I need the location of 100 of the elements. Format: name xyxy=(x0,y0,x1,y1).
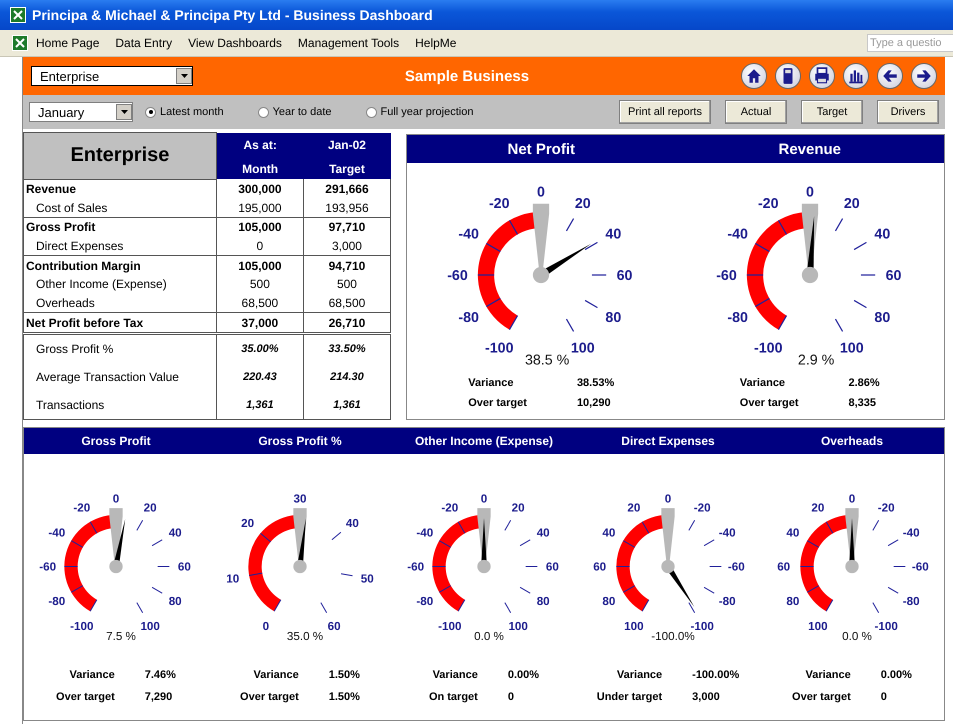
forward-button[interactable] xyxy=(911,63,937,89)
gauge-title: Gross Profit xyxy=(80,434,152,448)
excel-icon xyxy=(10,7,26,23)
question-field[interactable]: Type a questio xyxy=(867,34,953,52)
table-cell: 1,361 xyxy=(216,390,304,420)
caret-icon xyxy=(180,74,188,78)
scale-label: 20 xyxy=(575,196,591,212)
scale-label: -80 xyxy=(718,594,736,608)
tick-mark xyxy=(616,566,630,567)
window-title: Principa & Michael & Principa Pty Ltd - Business Dashboard xyxy=(32,7,433,23)
scale-label: -40 xyxy=(48,526,66,540)
scale-label: 60 xyxy=(178,560,191,574)
scale-label: 100 xyxy=(508,620,528,633)
stat-value: 0 xyxy=(508,691,515,703)
scale-label: 20 xyxy=(144,502,157,514)
tick-mark xyxy=(585,242,598,250)
tick-mark xyxy=(331,532,342,540)
menu-item[interactable]: Data Entry xyxy=(107,36,180,50)
tick-mark xyxy=(260,532,272,542)
scale-label: 0 xyxy=(112,492,120,506)
stat-label: Variance xyxy=(804,669,851,681)
tick-mark xyxy=(520,586,531,594)
stat-value: 0.00% xyxy=(508,669,540,681)
stat-label: Variance xyxy=(252,669,299,681)
tick-mark xyxy=(157,566,170,567)
chart-button[interactable] xyxy=(843,63,869,89)
menu-item[interactable]: Home Page xyxy=(28,36,108,50)
stat-label: Variance xyxy=(68,669,115,681)
tick-mark xyxy=(592,274,606,276)
report-button[interactable]: Actual xyxy=(725,100,787,124)
tick-mark xyxy=(486,242,501,252)
stat-label: Over target xyxy=(240,691,299,703)
needle-hub xyxy=(477,560,491,574)
tick-mark xyxy=(504,520,512,531)
report-button[interactable]: Target xyxy=(801,100,863,124)
report-button[interactable]: Drivers xyxy=(877,100,939,124)
scale-label: -80 xyxy=(727,310,748,326)
scale-label: 0 xyxy=(848,492,856,506)
table-cell: 26,710 xyxy=(303,312,390,334)
scale-label: 80 xyxy=(168,594,182,608)
menu-item[interactable]: HelpMe xyxy=(407,36,464,50)
tick-mark xyxy=(800,566,814,567)
gauge-title: Gross Profit % xyxy=(257,434,343,448)
period-radio[interactable]: Full year projection xyxy=(366,106,474,118)
gauge-title: Overheads xyxy=(820,434,884,448)
period-radio[interactable]: Latest month xyxy=(145,106,224,118)
tick-mark xyxy=(642,599,650,612)
scale-label: 60 xyxy=(546,560,559,574)
row-label: Average Transaction Value xyxy=(24,362,216,391)
home-button[interactable] xyxy=(741,63,767,89)
row-label: Transactions xyxy=(24,390,216,420)
tick-mark xyxy=(854,300,867,308)
stat-label: Under target xyxy=(596,691,662,703)
stat-value: 7,290 xyxy=(144,691,174,703)
business-title: Sample Business xyxy=(404,68,530,84)
table-cell: 105,000 xyxy=(216,217,304,237)
scale-label: -60 xyxy=(39,560,56,574)
month-dropdown[interactable]: January xyxy=(29,102,133,122)
tick-mark xyxy=(509,220,518,235)
tick-mark xyxy=(90,599,98,612)
gauge-reading: 7.5 % xyxy=(106,630,136,643)
scale-label: -20 xyxy=(694,502,711,514)
tick-mark xyxy=(478,274,494,276)
scale-label: 20 xyxy=(241,516,254,530)
tick-mark xyxy=(806,585,820,593)
target-marker xyxy=(661,508,675,562)
table-cell: 68,500 xyxy=(303,294,390,313)
stat-value: -100.00% xyxy=(692,669,740,681)
tick-mark xyxy=(704,586,715,594)
scale-label: -60 xyxy=(912,560,929,574)
stat-label: Over target xyxy=(792,691,851,703)
tick-mark xyxy=(893,566,906,567)
table-cell: 214.30 xyxy=(303,362,390,391)
row-label: Gross Profit % xyxy=(24,333,216,363)
scale-label: 60 xyxy=(777,560,790,574)
entity-dropdown[interactable]: Enterprise xyxy=(31,66,193,86)
table-cell: 195,000 xyxy=(216,198,304,218)
tick-mark xyxy=(888,539,899,546)
tick-mark xyxy=(585,300,598,308)
scale-label: 40 xyxy=(786,526,800,540)
calculator-button[interactable] xyxy=(775,63,801,89)
stat-value: 1.50% xyxy=(328,691,360,703)
stat-value: 38.53% xyxy=(576,377,614,389)
table-cell: 68,500 xyxy=(216,294,304,313)
scale-label: 20 xyxy=(844,196,860,212)
scale-label: 80 xyxy=(786,594,800,608)
menu-item[interactable]: Management Tools xyxy=(290,36,408,50)
back-button[interactable] xyxy=(877,63,903,89)
menu-item[interactable]: View Dashboards xyxy=(180,36,290,50)
needle-hub xyxy=(661,560,675,574)
column-header: Target xyxy=(303,158,390,180)
print-button[interactable] xyxy=(809,63,835,89)
tick-mark xyxy=(152,586,163,594)
period-radio[interactable]: Year to date xyxy=(258,106,332,118)
table-cell: 37,000 xyxy=(216,312,304,334)
scale-label: -40 xyxy=(727,226,748,242)
scale-label: -100 xyxy=(874,620,898,633)
stat-label: Variance xyxy=(432,669,478,681)
scale-label: -20 xyxy=(758,196,778,212)
report-button[interactable]: Print all reports xyxy=(619,100,711,124)
